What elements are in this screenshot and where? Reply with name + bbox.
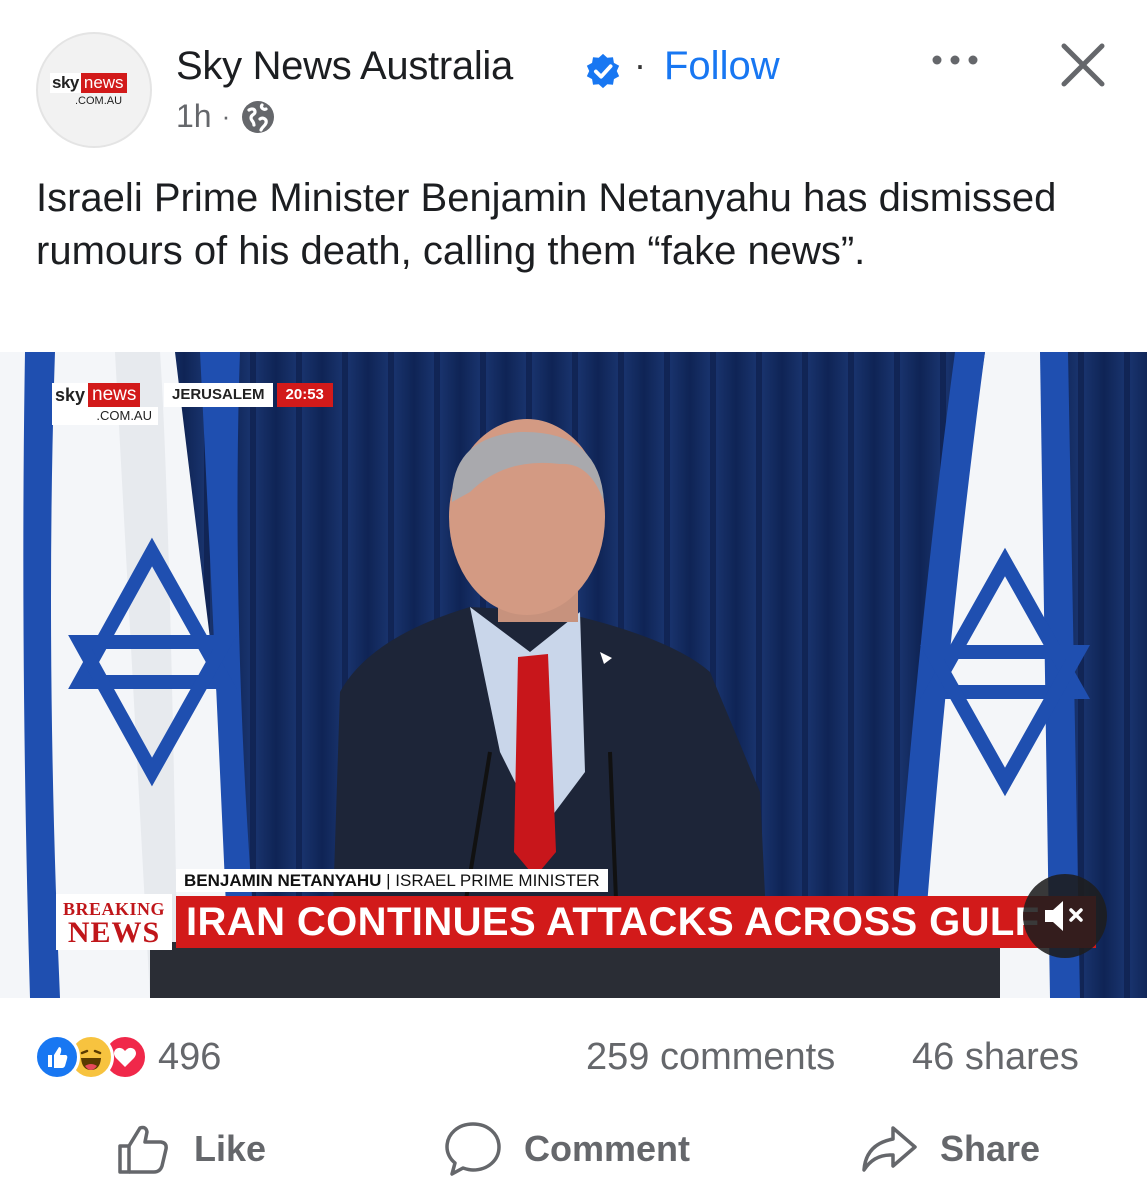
bug-sky-text: sky <box>52 383 89 407</box>
more-options-button[interactable] <box>928 38 982 78</box>
reaction-count: 496 <box>158 1035 222 1078</box>
breaking-headline: IRAN CONTINUES ATTACKS ACROSS GULF <box>176 896 1096 948</box>
post-header: sky news .COM.AU Sky News Australia · Fo… <box>0 0 1147 160</box>
breaking-news-label: BREAKING NEWS <box>56 894 172 950</box>
post-timestamp[interactable]: 1h <box>176 98 212 135</box>
comment-label: Comment <box>524 1128 691 1169</box>
comments-count[interactable]: 259 comments <box>586 1036 835 1079</box>
bug-location: JERUSALEM <box>164 383 273 407</box>
like-label: Like <box>194 1128 267 1169</box>
engagement-stats: 496 259 comments 46 shares <box>0 1000 1147 1100</box>
post-text: Israeli Prime Minister Benjamin Netanyah… <box>36 176 1057 273</box>
verified-badge-icon <box>586 53 620 89</box>
speaker-name: BENJAMIN NETANYAHU <box>184 871 382 890</box>
shares-count[interactable]: 46 shares <box>912 1036 1079 1079</box>
broadcast-logo: sky news .COM.AU <box>52 383 158 425</box>
thumbs-up-icon <box>118 1125 168 1174</box>
like-reaction-icon <box>34 1034 80 1080</box>
close-icon <box>1061 43 1105 87</box>
comment-bubble-icon <box>445 1122 501 1176</box>
logo-sky-text: sky <box>50 73 81 93</box>
close-button[interactable] <box>1058 40 1108 90</box>
logo-news-text: news <box>80 73 127 93</box>
like-button[interactable]: Like <box>114 1114 266 1184</box>
news-text: NEWS <box>67 916 161 949</box>
mute-toggle-button[interactable] <box>1023 874 1107 958</box>
meta-separator: · <box>221 101 231 131</box>
logo-domain-text: .COM.AU <box>75 95 123 107</box>
comment-button[interactable]: Comment <box>444 1114 690 1184</box>
share-arrow-icon <box>862 1126 917 1172</box>
reactions-summary[interactable]: 496 <box>34 1034 221 1080</box>
follow-button[interactable]: Follow <box>664 44 780 89</box>
bug-domain-text: .COM.AU <box>52 407 158 425</box>
caption-separator: | <box>381 871 396 890</box>
bug-news-text: news <box>88 383 141 407</box>
more-options-icon <box>932 55 978 65</box>
speaker-title: ISRAEL PRIME MINISTER <box>395 871 600 890</box>
muted-speaker-icon <box>1045 901 1083 931</box>
lower-third-name: BENJAMIN NETANYAHU | ISRAEL PRIME MINIST… <box>176 869 608 892</box>
page-name-link[interactable]: Sky News Australia <box>176 44 513 89</box>
header-separator: · <box>634 44 646 85</box>
share-button[interactable]: Share <box>860 1114 1040 1184</box>
share-label: Share <box>940 1128 1041 1169</box>
post-meta: 1h · <box>176 98 276 135</box>
broadcast-bug: sky news .COM.AU JERUSALEM 20:53 <box>52 383 333 425</box>
page-avatar[interactable]: sky news .COM.AU <box>36 32 152 148</box>
globe-icon <box>242 100 275 133</box>
bug-time: 20:53 <box>276 383 333 407</box>
sky-news-logo: sky news .COM.AU <box>50 72 142 112</box>
